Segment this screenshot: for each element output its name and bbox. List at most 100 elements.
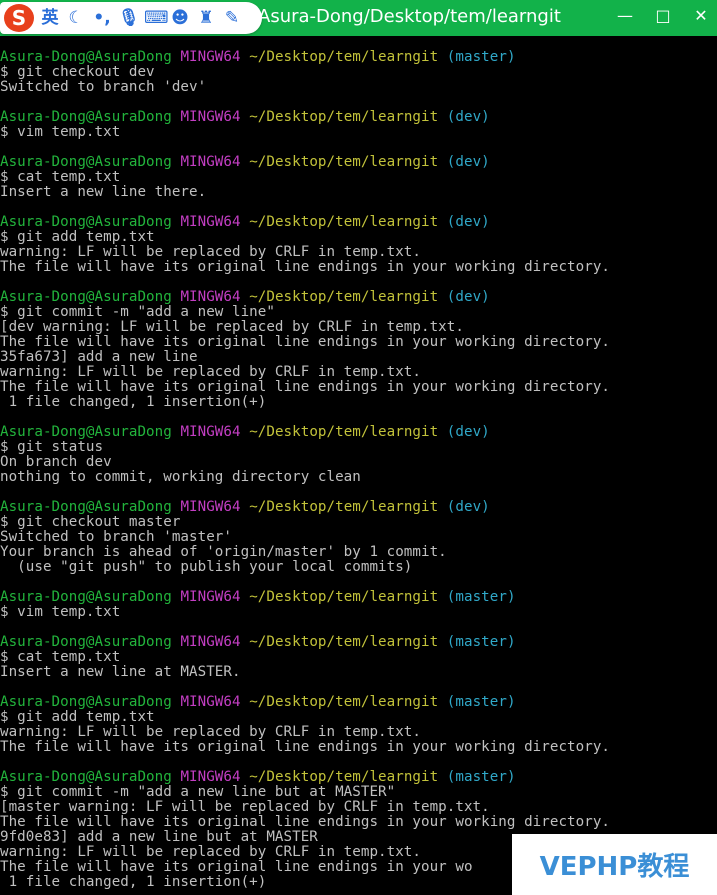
maximize-button[interactable]: □ — [655, 6, 671, 25]
prompt-system: MINGW64 — [180, 590, 241, 605]
terminal-output[interactable]: Asura-Dong@AsuraDong MINGW64 ~/Desktop/t… — [0, 50, 717, 890]
output-line: Your branch is ahead of 'origin/master' … — [0, 545, 447, 560]
prompt-user: Asura-Dong@AsuraDong — [0, 500, 172, 515]
prompt-user: Asura-Dong@AsuraDong — [0, 110, 172, 125]
prompt-system: MINGW64 — [180, 50, 241, 65]
output-line: The file will have its original line end… — [0, 740, 611, 755]
output-line: 1 file changed, 1 insertion(+) — [0, 395, 267, 410]
prompt-line: Asura-Dong@AsuraDong MINGW64 ~/Desktop/t… — [0, 425, 717, 440]
command-line: $ cat temp.txt — [0, 170, 121, 185]
output-line: On branch dev — [0, 455, 112, 470]
command-line: $ git add temp.txt — [0, 230, 155, 245]
output-line: The file will have its original line end… — [0, 260, 611, 275]
prompt-line: Asura-Dong@AsuraDong MINGW64 ~/Desktop/t… — [0, 770, 717, 785]
prompt-user: Asura-Dong@AsuraDong — [0, 290, 172, 305]
prompt-line: Asura-Dong@AsuraDong MINGW64 ~/Desktop/t… — [0, 500, 717, 515]
window-controls: — □ ✕ — [617, 6, 709, 25]
prompt-system: MINGW64 — [180, 500, 241, 515]
microphone-icon[interactable]: 🎙 — [118, 4, 140, 32]
close-button[interactable]: ✕ — [693, 6, 709, 25]
prompt-user: Asura-Dong@AsuraDong — [0, 155, 172, 170]
prompt-line: Asura-Dong@AsuraDong MINGW64 ~/Desktop/t… — [0, 590, 717, 605]
prompt-branch: (master) — [446, 590, 516, 605]
output-line: warning: LF will be replaced by CRLF in … — [0, 365, 421, 380]
command-line: $ vim temp.txt — [0, 125, 121, 140]
output-line: Switched to branch 'dev' — [0, 80, 207, 95]
output-line: Switched to branch 'master' — [0, 530, 232, 545]
prompt-path: ~/Desktop/tem/learngit — [249, 290, 439, 305]
prompt-system: MINGW64 — [180, 695, 241, 710]
window-title: Asura-Dong/Desktop/tem/learngit — [258, 6, 561, 27]
prompt-branch: (dev) — [446, 290, 490, 305]
prompt-path: ~/Desktop/tem/learngit — [249, 50, 439, 65]
watermark-logo: VEPHP教程 — [512, 834, 717, 895]
prompt-user: Asura-Dong@AsuraDong — [0, 215, 172, 230]
moon-icon[interactable]: ☾ — [66, 4, 86, 32]
command-line: $ cat temp.txt — [0, 650, 121, 665]
user-icon[interactable]: ☻ — [170, 4, 190, 32]
prompt-branch: (master) — [446, 635, 516, 650]
command-line: $ git commit -m "add a new line" — [0, 305, 275, 320]
prompt-user: Asura-Dong@AsuraDong — [0, 695, 172, 710]
prompt-branch: (dev) — [446, 215, 490, 230]
output-line: Insert a new line there. — [0, 185, 207, 200]
prompt-path: ~/Desktop/tem/learngit — [249, 500, 439, 515]
ime-language-toggle[interactable]: 英 — [40, 4, 60, 32]
prompt-line: Asura-Dong@AsuraDong MINGW64 ~/Desktop/t… — [0, 635, 717, 650]
prompt-line: Asura-Dong@AsuraDong MINGW64 ~/Desktop/t… — [0, 290, 717, 305]
output-line: Insert a new line at MASTER. — [0, 665, 241, 680]
prompt-line: Asura-Dong@AsuraDong MINGW64 ~/Desktop/t… — [0, 695, 717, 710]
command-line: $ git checkout master — [0, 515, 181, 530]
ime-toolbar[interactable]: S 英 ☾ •, 🎙 ⌨ ☻ ♜ ✎ — [0, 2, 262, 34]
command-line: $ git add temp.txt — [0, 710, 155, 725]
prompt-branch: (dev) — [446, 500, 490, 515]
shirt-icon[interactable]: ♜ — [196, 4, 216, 32]
prompt-branch: (master) — [446, 50, 516, 65]
prompt-branch: (master) — [446, 770, 516, 785]
minimize-button[interactable]: — — [617, 6, 633, 25]
prompt-system: MINGW64 — [180, 110, 241, 125]
prompt-user: Asura-Dong@AsuraDong — [0, 425, 172, 440]
prompt-system: MINGW64 — [180, 425, 241, 440]
prompt-user: Asura-Dong@AsuraDong — [0, 50, 172, 65]
prompt-line: Asura-Dong@AsuraDong MINGW64 ~/Desktop/t… — [0, 50, 717, 65]
prompt-branch: (master) — [446, 695, 516, 710]
output-line: warning: LF will be replaced by CRLF in … — [0, 245, 421, 260]
wrench-icon[interactable]: ✎ — [222, 4, 242, 32]
prompt-user: Asura-Dong@AsuraDong — [0, 770, 172, 785]
sogou-logo-icon[interactable]: S — [4, 4, 34, 32]
window-titlebar[interactable]: S 英 ☾ •, 🎙 ⌨ ☻ ♜ ✎ Asura-Dong/Desktop/te… — [0, 0, 717, 36]
output-line: The file will have its original line end… — [0, 380, 611, 395]
prompt-branch: (dev) — [446, 110, 490, 125]
output-line: The file will have its original line end… — [0, 815, 611, 830]
command-line: $ vim temp.txt — [0, 605, 121, 620]
prompt-branch: (dev) — [446, 425, 490, 440]
prompt-path: ~/Desktop/tem/learngit — [249, 590, 439, 605]
command-line: $ git status — [0, 440, 104, 455]
output-line: nothing to commit, working directory cle… — [0, 470, 361, 485]
prompt-system: MINGW64 — [180, 635, 241, 650]
command-line: $ git commit -m "add a new line but at M… — [0, 785, 396, 800]
prompt-path: ~/Desktop/tem/learngit — [249, 770, 439, 785]
prompt-line: Asura-Dong@AsuraDong MINGW64 ~/Desktop/t… — [0, 155, 717, 170]
output-line: warning: LF will be replaced by CRLF in … — [0, 725, 421, 740]
prompt-path: ~/Desktop/tem/learngit — [249, 110, 439, 125]
punctuation-icon[interactable]: •, — [92, 4, 112, 32]
output-line: (use "git push" to publish your local co… — [0, 560, 413, 575]
output-line: The file will have its original line end… — [0, 335, 611, 350]
prompt-path: ~/Desktop/tem/learngit — [249, 215, 439, 230]
keyboard-icon[interactable]: ⌨ — [144, 4, 169, 32]
output-line: 35fa673] add a new line — [0, 350, 198, 365]
prompt-line: Asura-Dong@AsuraDong MINGW64 ~/Desktop/t… — [0, 110, 717, 125]
prompt-line: Asura-Dong@AsuraDong MINGW64 ~/Desktop/t… — [0, 215, 717, 230]
prompt-user: Asura-Dong@AsuraDong — [0, 635, 172, 650]
prompt-system: MINGW64 — [180, 290, 241, 305]
